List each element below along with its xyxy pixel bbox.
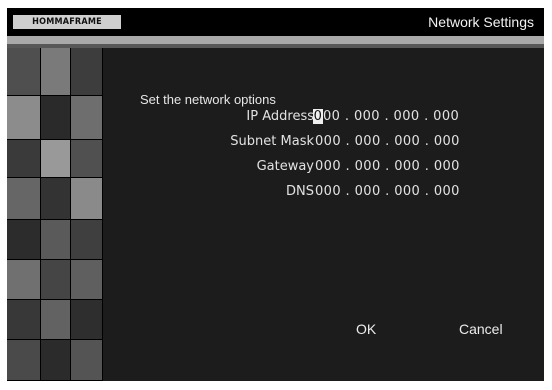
ok-button[interactable]: OK xyxy=(356,321,376,337)
network-settings-screen: HOMMAFRAME Network Settings Set the netw… xyxy=(7,8,544,381)
gateway-label: Gateway xyxy=(256,159,314,174)
ip-address-field[interactable]: 000 . 000 . 000 . 000 xyxy=(313,109,459,124)
brand-logo: HOMMAFRAME xyxy=(13,15,121,29)
ip-address-label: IP Address xyxy=(246,109,314,124)
photo-tile xyxy=(7,220,41,260)
subnet-mask-row: Subnet Mask 000 . 000 . 000 . 000 xyxy=(103,134,544,156)
photo-tile xyxy=(7,96,41,140)
photo-collage-panel xyxy=(7,48,103,381)
photo-tile xyxy=(41,260,71,300)
gateway-field[interactable]: 000 . 000 . 000 . 000 xyxy=(315,159,460,174)
photo-tile xyxy=(71,220,103,260)
photo-tile xyxy=(41,48,71,96)
dns-label: DNS xyxy=(286,184,314,199)
dns-row: DNS 000 . 000 . 000 . 000 xyxy=(103,184,544,206)
ip-address-row: IP Address 000 . 000 . 000 . 000 xyxy=(103,109,544,131)
photo-tile xyxy=(41,300,71,340)
photo-tile xyxy=(7,48,41,96)
photo-tile xyxy=(41,140,71,178)
photo-tile xyxy=(41,340,71,381)
photo-tile xyxy=(71,96,103,140)
photo-tile xyxy=(41,96,71,140)
settings-panel: Set the network options IP Address 000 .… xyxy=(103,48,544,381)
photo-tile xyxy=(7,260,41,300)
photo-tile xyxy=(7,300,41,340)
photo-tile xyxy=(41,220,71,260)
photo-tile xyxy=(7,340,41,381)
text-cursor: 0 xyxy=(313,109,323,124)
photo-tile xyxy=(41,178,71,220)
header-divider xyxy=(7,36,544,44)
photo-tile xyxy=(7,178,41,220)
gateway-row: Gateway 000 . 000 . 000 . 000 xyxy=(103,159,544,181)
page-title: Network Settings xyxy=(428,14,534,30)
instruction-text: Set the network options xyxy=(140,92,276,107)
photo-tile xyxy=(71,140,103,178)
cancel-button[interactable]: Cancel xyxy=(459,321,503,337)
photo-tile xyxy=(71,340,103,381)
photo-tile xyxy=(7,140,41,178)
title-bar: HOMMAFRAME Network Settings xyxy=(7,8,544,36)
photo-tile xyxy=(71,260,103,300)
photo-tile xyxy=(71,178,103,220)
subnet-mask-field[interactable]: 000 . 000 . 000 . 000 xyxy=(315,134,460,149)
dns-field[interactable]: 000 . 000 . 000 . 000 xyxy=(315,184,460,199)
photo-tile xyxy=(71,300,103,340)
subnet-mask-label: Subnet Mask xyxy=(230,134,314,149)
photo-tile xyxy=(71,48,103,96)
